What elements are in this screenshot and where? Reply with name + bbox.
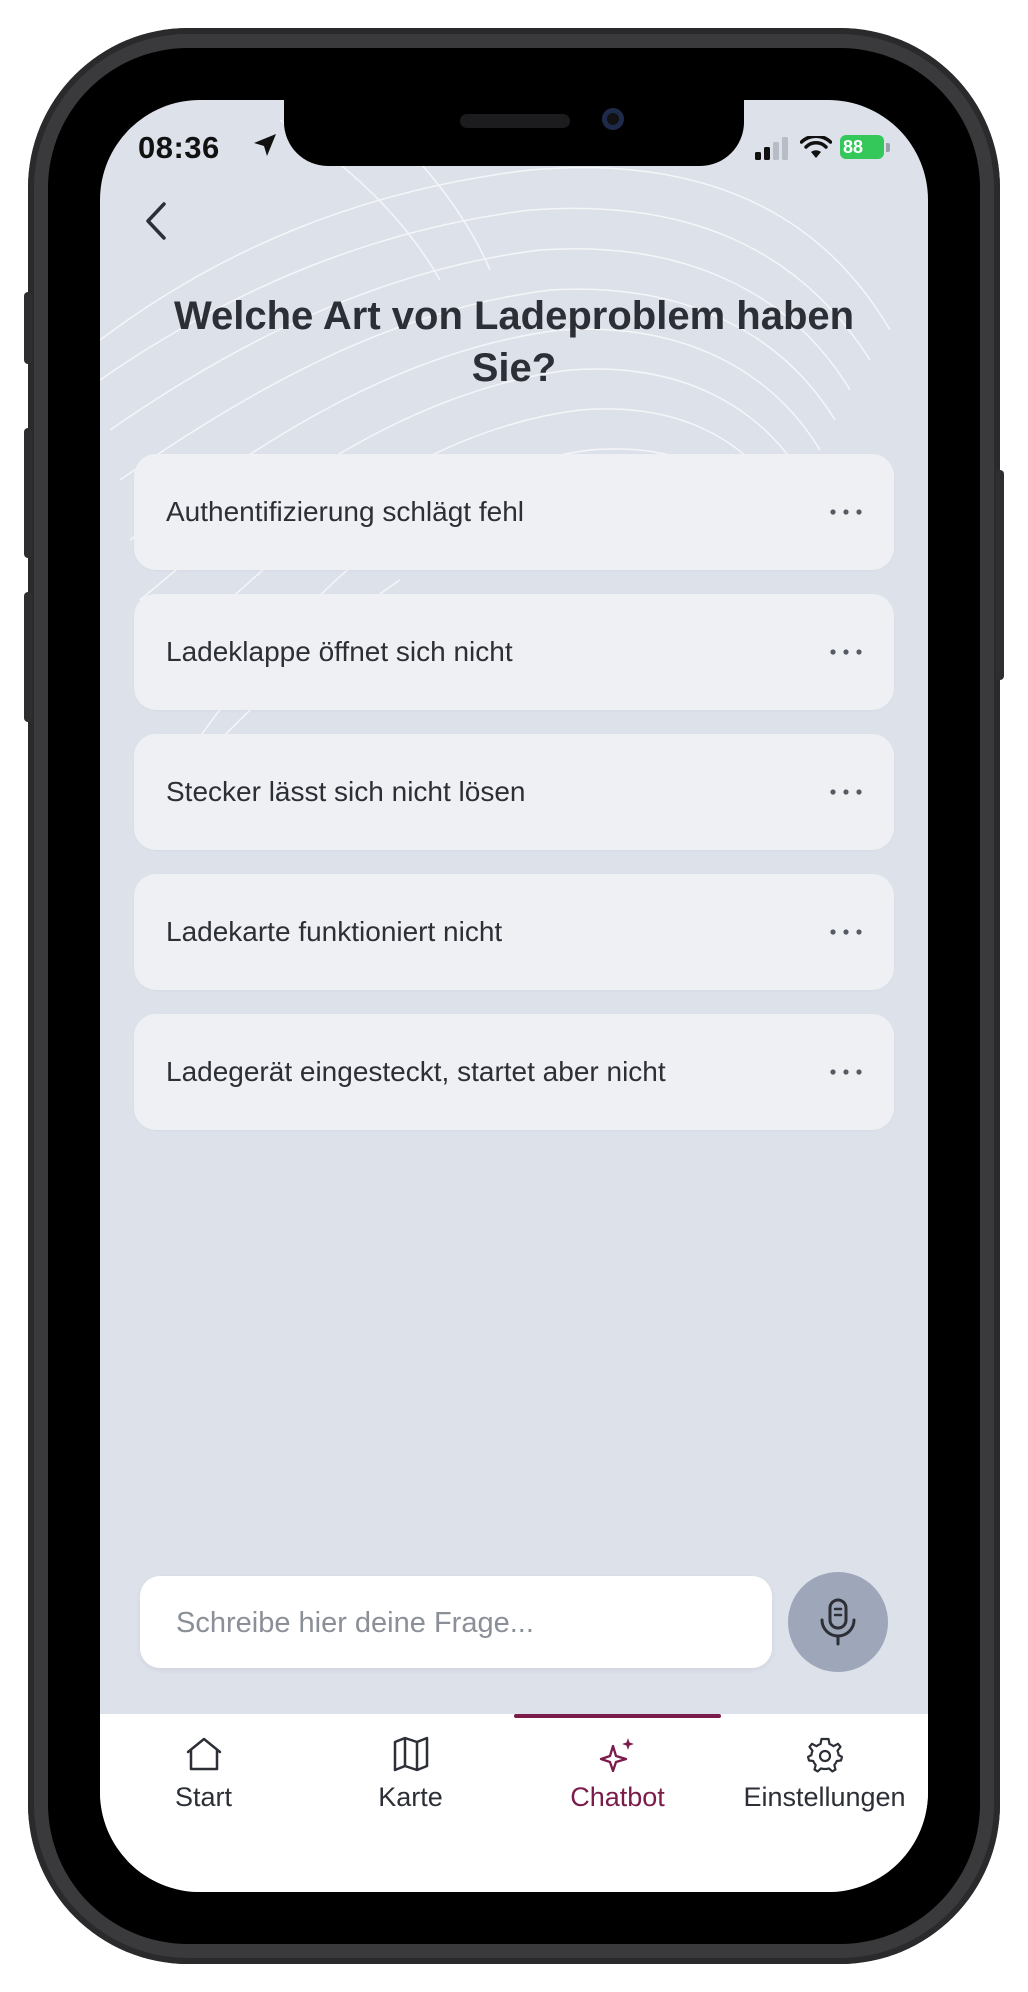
status-time: 08:36 [138, 130, 220, 165]
map-icon [393, 1736, 428, 1772]
sparkles-icon [599, 1738, 634, 1772]
page-title: Welche Art von Ladeproblem haben Sie? [173, 294, 855, 390]
option-list: Authentifizierung schlägt fehl Ladeklapp… [134, 454, 894, 1154]
mute-switch [24, 292, 32, 364]
tab-label: Einstellungen [743, 1782, 906, 1812]
tab-karte[interactable]: Karte [307, 1714, 514, 1834]
wifi-icon [800, 136, 832, 158]
tab-label: Start [174, 1782, 233, 1812]
volume-down-button [24, 592, 32, 722]
more-dots-icon[interactable] [828, 498, 864, 526]
screen: 08:36 88 Welche Art von Ladeproblem habe… [100, 100, 928, 1892]
battery-indicator: 88 [840, 135, 890, 159]
option-item[interactable]: Ladeklappe öffnet sich nicht [134, 594, 894, 710]
microphone-button[interactable] [788, 1572, 888, 1672]
microphone-icon [820, 1598, 856, 1646]
more-dots-icon[interactable] [828, 918, 864, 946]
option-label: Stecker lässt sich nicht lösen [166, 776, 526, 807]
tab-einstellungen[interactable]: Einstellungen [721, 1714, 928, 1834]
option-label: Ladeklappe öffnet sich nicht [166, 636, 513, 667]
tab-start[interactable]: Start [100, 1714, 307, 1834]
question-input[interactable] [174, 1576, 758, 1670]
option-item[interactable]: Ladekarte funktioniert nicht [134, 874, 894, 990]
back-chevron-icon[interactable] [138, 196, 178, 246]
battery-cap [886, 143, 890, 152]
option-item[interactable]: Ladegerät eingesteckt, startet aber nich… [134, 1014, 894, 1130]
option-label: Ladekarte funktioniert nicht [166, 916, 503, 947]
question-input-box [140, 1576, 772, 1670]
tab-label: Karte [378, 1782, 443, 1812]
cellular-signal-icon [755, 137, 788, 160]
option-item[interactable]: Stecker lässt sich nicht lösen [134, 734, 894, 850]
tab-bar: Start Karte Chatbot Einstellungen [100, 1714, 928, 1892]
notch [284, 100, 744, 166]
active-tab-indicator [514, 1714, 721, 1718]
option-label: Ladegerät eingesteckt, startet aber nich… [166, 1056, 666, 1087]
front-camera [602, 108, 624, 130]
speaker-grille [460, 114, 570, 128]
tab-label: Chatbot [570, 1782, 665, 1812]
location-arrow-icon [254, 134, 276, 156]
battery-level: 88 [840, 135, 884, 159]
option-item[interactable]: Authentifizierung schlägt fehl [134, 454, 894, 570]
volume-up-button [24, 428, 32, 558]
gear-icon [806, 1737, 843, 1773]
more-dots-icon[interactable] [828, 1058, 864, 1086]
option-label: Authentifizierung schlägt fehl [166, 496, 524, 527]
more-dots-icon[interactable] [828, 778, 864, 806]
more-dots-icon[interactable] [828, 638, 864, 666]
power-button [996, 470, 1004, 680]
tab-chatbot[interactable]: Chatbot [514, 1714, 721, 1834]
home-icon [186, 1737, 221, 1771]
